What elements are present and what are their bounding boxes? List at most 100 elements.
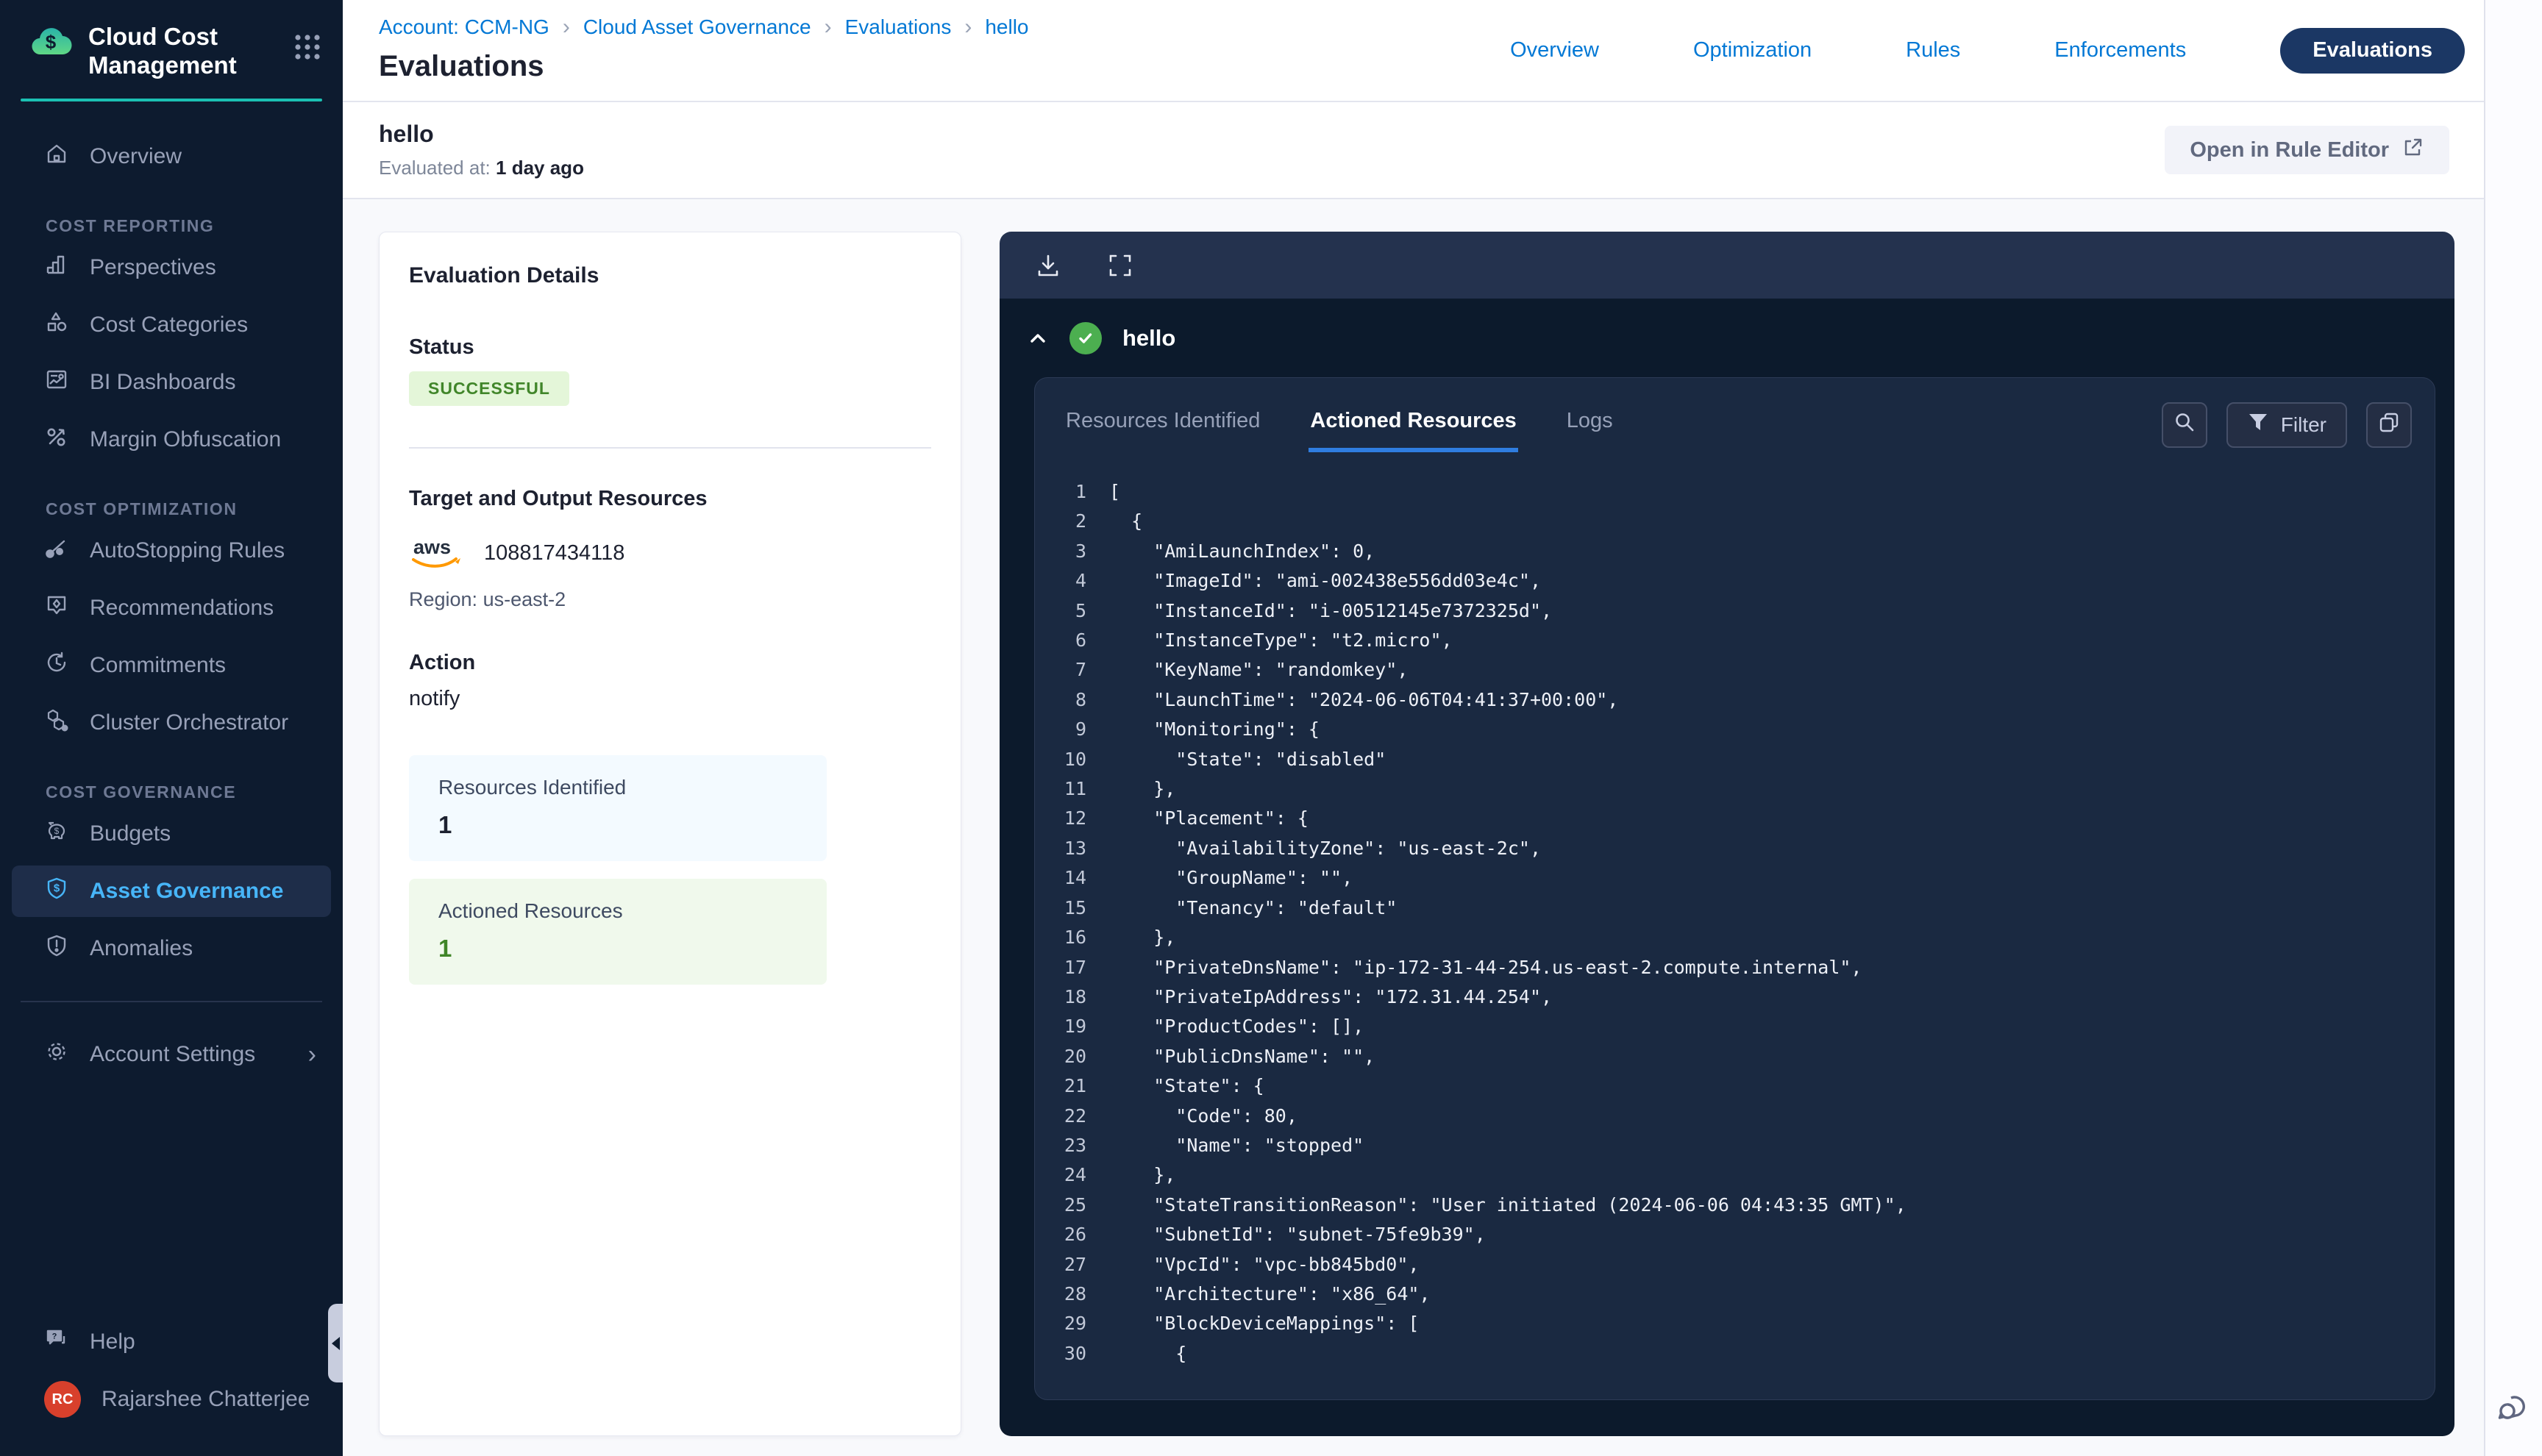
- section-cost-optimization: COST OPTIMIZATION: [0, 499, 343, 519]
- copy-button[interactable]: [2366, 402, 2412, 448]
- sidebar-collapse-handle[interactable]: [328, 1304, 343, 1382]
- breadcrumb-separator: ›: [825, 15, 832, 40]
- page-body: Evaluation Details Status SUCCESSFUL Tar…: [343, 201, 2484, 1456]
- line-number: 9: [1050, 715, 1086, 744]
- percent-icon: [44, 424, 69, 455]
- line-content: "SubnetId": "subnet-75fe9b39",: [1109, 1220, 1486, 1249]
- breadcrumb-cloud-asset-governance[interactable]: Cloud Asset Governance: [583, 15, 811, 39]
- sidebar-nav: Overview COST REPORTING Perspectives Cos…: [0, 101, 343, 1310]
- user-name: Rajarshee Chatterjee: [102, 1387, 310, 1412]
- code-line: 26 "SubnetId": "subnet-75fe9b39",: [1050, 1220, 2413, 1249]
- code-line: 10 "State": "disabled": [1050, 745, 2413, 774]
- nav-link-enforcements[interactable]: Enforcements: [2054, 38, 2186, 63]
- page-header: Account: CCM-NG › Cloud Asset Governance…: [343, 0, 2484, 102]
- svg-text:$: $: [54, 882, 60, 895]
- filter-button[interactable]: Filter: [2226, 402, 2347, 448]
- chevron-up-icon[interactable]: [1027, 327, 1049, 349]
- status-badge: SUCCESSFUL: [409, 371, 569, 406]
- open-button-label: Open in Rule Editor: [2190, 138, 2389, 163]
- actioned-resources-label: Actioned Resources: [438, 899, 827, 923]
- tab-resources-identified[interactable]: Resources Identified: [1064, 397, 1261, 452]
- code-line: 13 "AvailabilityZone": "us-east-2c",: [1050, 834, 2413, 863]
- sidebar-item-help[interactable]: ? Help: [12, 1316, 331, 1368]
- search-button[interactable]: [2162, 402, 2207, 448]
- piggy-bank-icon: $: [44, 818, 69, 849]
- viewer-controls: Filter: [2162, 402, 2412, 448]
- viewer-rule-name: hello: [1122, 325, 1175, 351]
- main-area: Account: CCM-NG › Cloud Asset Governance…: [343, 0, 2484, 1456]
- hexagons-icon: [44, 707, 69, 738]
- aws-account-id: 108817434118: [484, 541, 624, 565]
- nav-pill-evaluations[interactable]: Evaluations: [2280, 28, 2465, 74]
- home-icon: [44, 141, 69, 172]
- svg-text:$: $: [46, 31, 57, 53]
- nav-link-optimization[interactable]: Optimization: [1693, 38, 1812, 63]
- sidebar-item-anomalies[interactable]: Anomalies: [12, 923, 331, 974]
- line-number: 8: [1050, 685, 1086, 715]
- sidebar-item-autostopping-rules[interactable]: AutoStopping Rules: [12, 525, 331, 577]
- sidebar-item-label: Overview: [90, 144, 182, 169]
- line-content: },: [1109, 774, 1175, 804]
- sidebar-item-recommendations[interactable]: Recommendations: [12, 582, 331, 634]
- tab-actioned-resources[interactable]: Actioned Resources: [1309, 397, 1517, 452]
- code-line: 7 "KeyName": "randomkey",: [1050, 655, 2413, 685]
- line-number: 1: [1050, 477, 1086, 507]
- tab-logs[interactable]: Logs: [1565, 397, 1614, 452]
- open-in-rule-editor-button[interactable]: Open in Rule Editor: [2165, 126, 2449, 174]
- breadcrumb: Account: CCM-NG › Cloud Asset Governance…: [379, 15, 1029, 40]
- breadcrumb-hello[interactable]: hello: [985, 15, 1028, 39]
- line-number: 25: [1050, 1191, 1086, 1220]
- chat-support-icon[interactable]: [2496, 1388, 2532, 1427]
- code-line: 30 {: [1050, 1339, 2413, 1368]
- sidebar-item-account-settings[interactable]: Account Settings ›: [12, 1029, 331, 1080]
- nav-link-rules[interactable]: Rules: [1906, 38, 1960, 63]
- code-editor[interactable]: 1 [ 2 { 3: [1035, 452, 2435, 1399]
- fullscreen-icon[interactable]: [1106, 251, 1134, 279]
- line-content: "AvailabilityZone": "us-east-2c",: [1109, 834, 1541, 863]
- line-number: 23: [1050, 1131, 1086, 1160]
- code-line: 12 "Placement": {: [1050, 804, 2413, 833]
- sidebar-item-label: Account Settings: [90, 1042, 255, 1067]
- right-utility-strip: [2484, 0, 2542, 1456]
- line-number: 4: [1050, 566, 1086, 596]
- nav-link-overview[interactable]: Overview: [1510, 38, 1599, 63]
- external-link-icon: [2402, 136, 2424, 164]
- line-number: 12: [1050, 804, 1086, 833]
- sidebar-item-cluster-orchestrator[interactable]: Cluster Orchestrator: [12, 697, 331, 749]
- breadcrumb-separator: ›: [964, 15, 972, 40]
- svg-text:?: ?: [52, 1332, 57, 1341]
- filter-label: Filter: [2281, 413, 2326, 437]
- app-grid-icon[interactable]: [293, 32, 322, 65]
- sidebar-item-user[interactable]: RC Rajarshee Chatterjee: [12, 1374, 331, 1425]
- sidebar-item-cost-categories[interactable]: Cost Categories: [12, 299, 331, 351]
- download-icon[interactable]: [1034, 251, 1062, 279]
- rule-row: hello: [1000, 299, 2454, 377]
- sidebar-item-commitments[interactable]: Commitments: [12, 640, 331, 691]
- breadcrumb-account[interactable]: Account: CCM-NG: [379, 15, 549, 39]
- sidebar-item-perspectives[interactable]: Perspectives: [12, 242, 331, 293]
- line-content: "State": {: [1109, 1071, 1264, 1101]
- breadcrumb-evaluations[interactable]: Evaluations: [845, 15, 952, 39]
- line-content: "PrivateIpAddress": "172.31.44.254",: [1109, 982, 1552, 1012]
- sidebar-item-asset-governance[interactable]: $ Asset Governance: [12, 866, 331, 917]
- sidebar-item-margin-obfuscation[interactable]: Margin Obfuscation: [12, 414, 331, 465]
- actioned-resources-box: Actioned Resources 1: [409, 879, 827, 985]
- line-number: 30: [1050, 1339, 1086, 1368]
- code-line: 14 "GroupName": "",: [1050, 863, 2413, 893]
- sidebar-item-overview[interactable]: Overview: [12, 131, 331, 182]
- bar-chart-icon: [44, 252, 69, 283]
- brand-name: Cloud Cost Management: [88, 22, 277, 79]
- code-line: 6 "InstanceType": "t2.micro",: [1050, 626, 2413, 655]
- sidebar-item-label: Budgets: [90, 821, 171, 846]
- line-number: 15: [1050, 893, 1086, 923]
- code-line: 29 "BlockDeviceMappings": [: [1050, 1309, 2413, 1338]
- line-content: "Architecture": "x86_64",: [1109, 1280, 1431, 1309]
- evaluation-viewer: hello Resources Identified Actioned Reso…: [1000, 232, 2454, 1436]
- sidebar-item-bi-dashboards[interactable]: BI Dashboards: [12, 357, 331, 408]
- line-content: [: [1109, 477, 1120, 507]
- line-content: "Name": "stopped": [1109, 1131, 1364, 1160]
- code-line: 18 "PrivateIpAddress": "172.31.44.254",: [1050, 982, 2413, 1012]
- sidebar-item-budgets[interactable]: $ Budgets: [12, 808, 331, 860]
- evaluation-details-card: Evaluation Details Status SUCCESSFUL Tar…: [379, 232, 961, 1436]
- line-content: "StateTransitionReason": "User initiated…: [1109, 1191, 1906, 1220]
